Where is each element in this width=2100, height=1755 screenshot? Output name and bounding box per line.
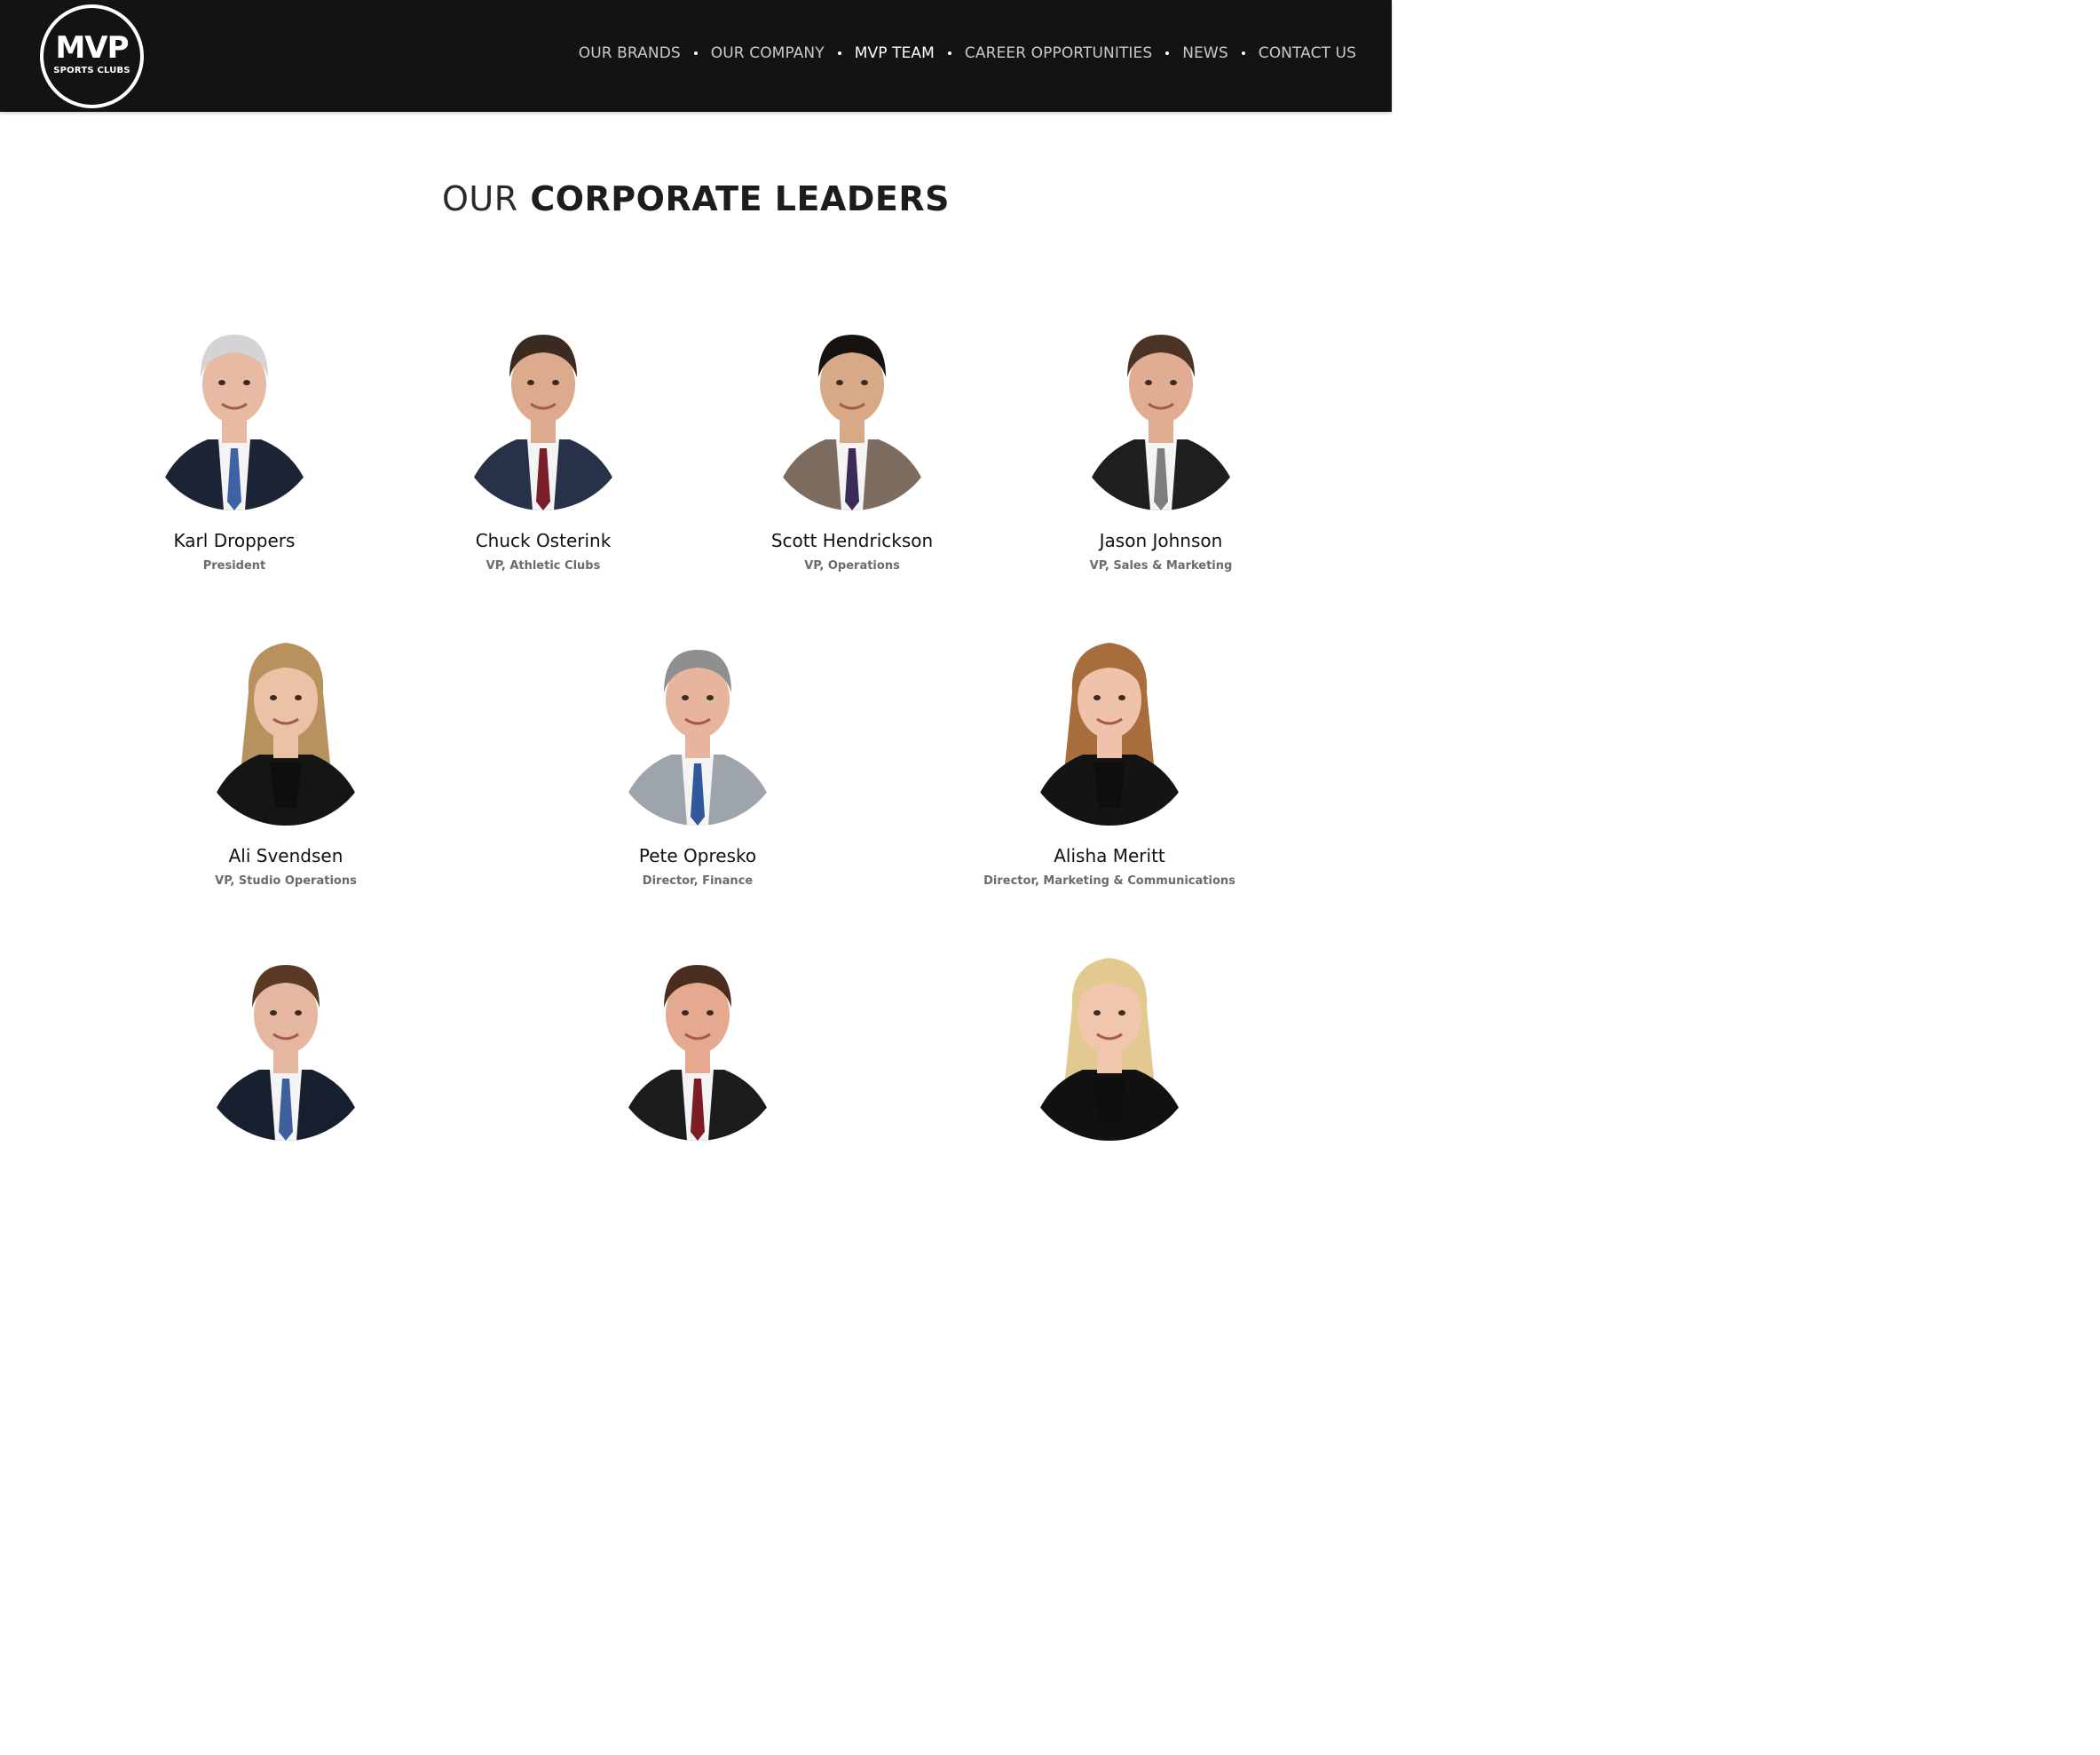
leader-role: VP, Sales & Marketing bbox=[1089, 559, 1233, 573]
nav-mvp-team[interactable]: MVP TEAM bbox=[855, 44, 935, 62]
leader-photo bbox=[763, 315, 941, 510]
nav-separator-dot bbox=[693, 51, 698, 55]
leader-name: Alisha Meritt bbox=[1054, 845, 1165, 866]
page-title-light: OUR bbox=[441, 179, 518, 218]
nav-our-company[interactable]: OUR COMPANY bbox=[711, 44, 825, 62]
nav-our-brands[interactable]: OUR BRANDS bbox=[579, 44, 681, 62]
nav-contact-us[interactable]: CONTACT US bbox=[1259, 44, 1356, 62]
logo-wordmark: MVP bbox=[55, 30, 129, 66]
nav-separator-dot bbox=[837, 51, 841, 55]
nav-separator-dot bbox=[1165, 51, 1170, 55]
leader-role: VP, Operations bbox=[804, 559, 900, 573]
leader-photo bbox=[146, 315, 323, 510]
nav-news[interactable]: NEWS bbox=[1182, 44, 1228, 62]
leader-role: VP, Studio Operations bbox=[215, 874, 357, 888]
leader-photo bbox=[1021, 945, 1198, 1141]
leader-photo bbox=[197, 945, 375, 1141]
leader-name: Ali Svendsen bbox=[228, 845, 343, 866]
leader-role: President bbox=[202, 559, 266, 573]
leader-role: Director, Marketing & Communications bbox=[983, 874, 1236, 888]
leader-photo bbox=[197, 630, 375, 826]
page-title: OUR CORPORATE LEADERS bbox=[0, 179, 1392, 218]
leader-name: Chuck Osterink bbox=[475, 530, 612, 551]
leader-photo bbox=[609, 945, 786, 1141]
leader-name: Pete Opresko bbox=[638, 845, 757, 866]
leader-role: Director, Finance bbox=[642, 874, 754, 888]
leader-photo bbox=[1072, 315, 1250, 510]
leader-name: Scott Hendrickson bbox=[770, 530, 934, 551]
leader-photo bbox=[454, 315, 632, 510]
leader-name: Jason Johnson bbox=[1099, 530, 1223, 551]
logo-subtitle: SPORTS CLUBS bbox=[53, 66, 130, 75]
nav-separator-dot bbox=[1241, 51, 1245, 55]
leader-photo bbox=[1021, 630, 1198, 826]
page-title-bold: CORPORATE LEADERS bbox=[530, 179, 951, 218]
nav-career-opportunities[interactable]: CAREER OPPORTUNITIES bbox=[965, 44, 1152, 62]
mvp-sports-clubs-logo[interactable]: MVP SPORTS CLUBS bbox=[40, 4, 144, 108]
leader-role: VP, Athletic Clubs bbox=[486, 559, 601, 573]
leader-photo bbox=[609, 630, 786, 826]
leader-name: Karl Droppers bbox=[173, 530, 296, 551]
nav-separator-dot bbox=[947, 51, 951, 55]
main-navigation: OUR BRANDS OUR COMPANY MVP TEAM CAREER O… bbox=[579, 44, 1356, 62]
site-header: MVP SPORTS CLUBS OUR BRANDS OUR COMPANY … bbox=[0, 0, 1392, 112]
